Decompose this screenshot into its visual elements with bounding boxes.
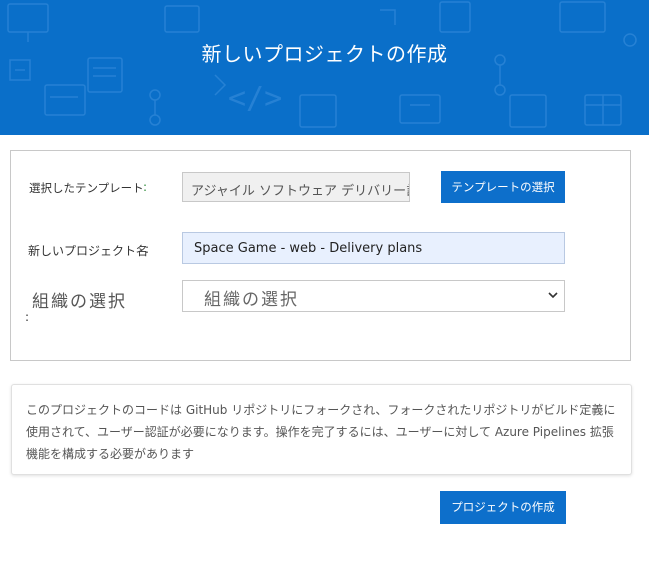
template-colon: : [143,180,148,194]
template-input: アジャイル ソフトウェア デリバリー計p [182,172,410,202]
svg-text:</>: </> [228,81,282,116]
chevron-down-icon [548,292,558,299]
project-name-input[interactable]: Space Game - web - Delivery plans [182,232,565,264]
select-template-button[interactable]: テンプレートの選択 [441,171,565,203]
info-notice: このプロジェクトのコードは GitHub リポジトリにフォークされ、フォークされ… [11,384,632,475]
project-form: 選択したテンプレート : アジャイル ソフトウェア デリバリー計p テンプレート… [10,150,631,361]
create-project-button[interactable]: プロジェクトの作成 [440,491,566,524]
organization-label: 組織の選択 [32,292,127,312]
organization-select-value: 組織の選択 [204,290,299,310]
header-banner: </> 新しいプロジェクトの作成 [0,0,649,135]
organization-select[interactable]: 組織の選択 [182,280,565,312]
template-label: 選択したテンプレート [29,181,144,195]
header-pattern: </> [7,1,637,128]
page-title: 新しいプロジェクトの作成 [201,42,448,66]
project-name-colon: : [145,242,150,256]
organization-colon: : [25,310,30,324]
project-name-label: 新しいプロジェクト名 [28,244,149,258]
notice-text: このプロジェクトのコードは GitHub リポジトリにフォークされ、フォークされ… [26,403,616,461]
